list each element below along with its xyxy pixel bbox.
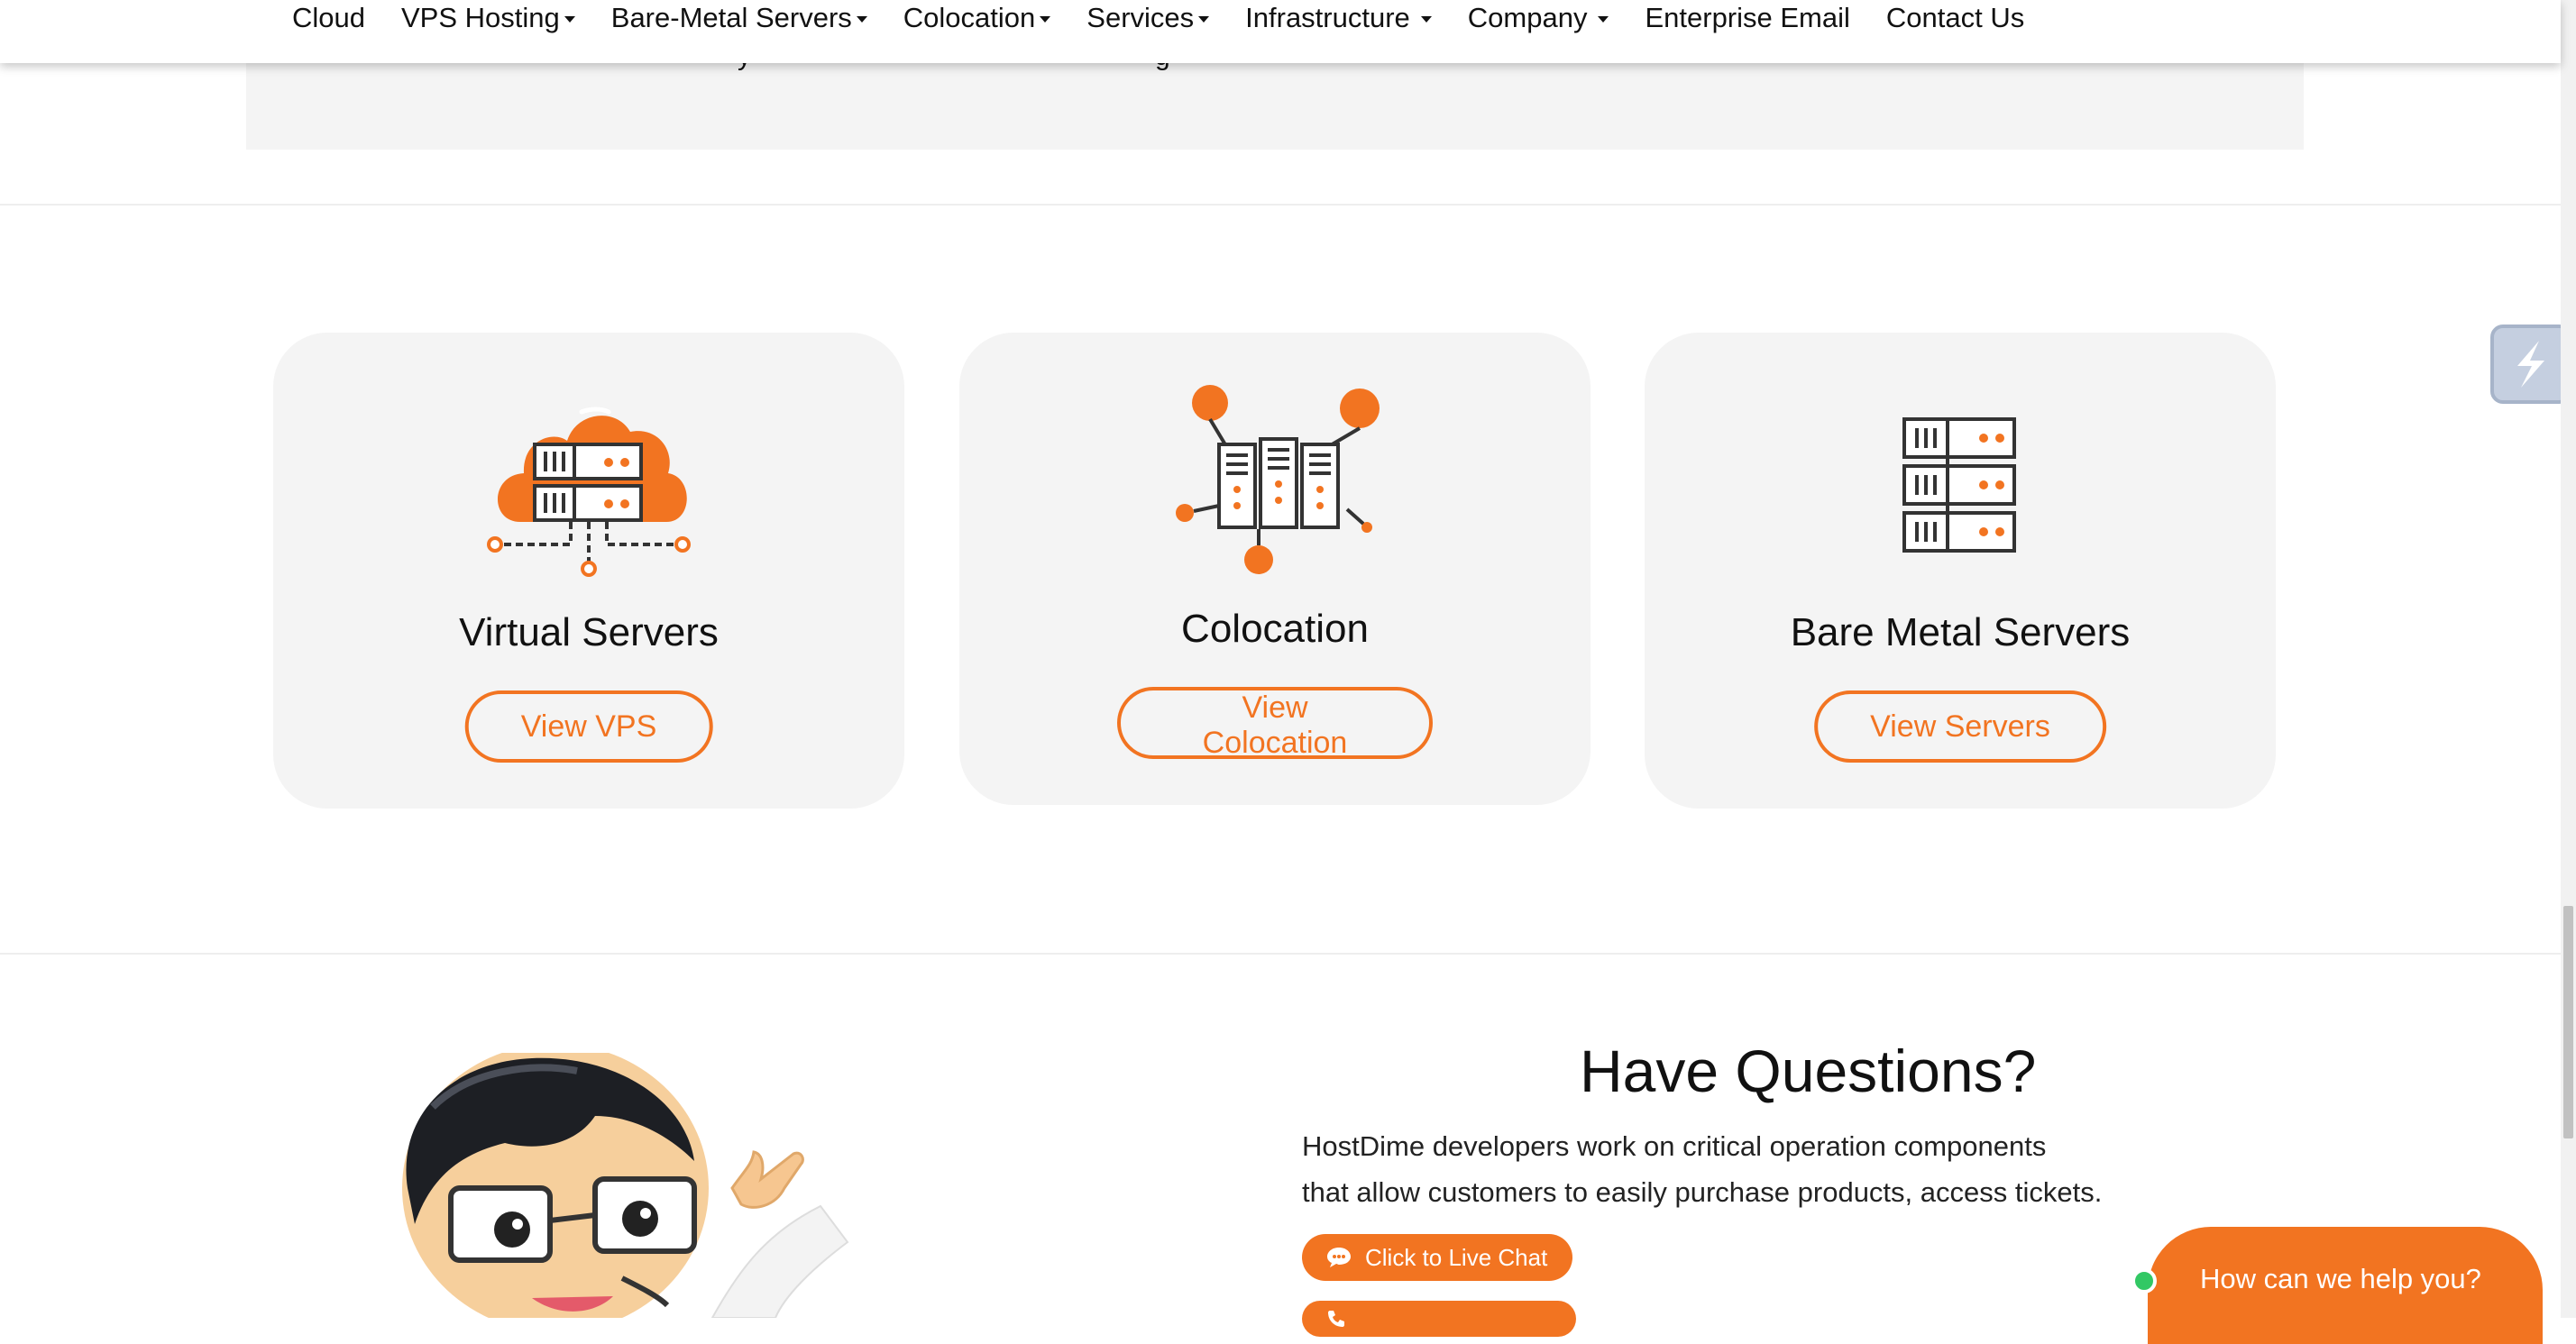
online-status-indicator xyxy=(2131,1268,2157,1294)
view-servers-button[interactable]: View Servers xyxy=(1814,690,2106,763)
nav-item-company[interactable]: Company xyxy=(1468,2,1609,34)
server-stack-icon xyxy=(1902,417,2016,553)
section-description: HostDime developers work on critical ope… xyxy=(1302,1123,2186,1215)
card-title: Colocation xyxy=(1181,607,1369,651)
nav-label: Company xyxy=(1467,2,1588,33)
nav-label: Enterprise Email xyxy=(1645,2,1850,33)
live-chat-button[interactable]: Click to Live Chat xyxy=(1302,1234,1573,1281)
nav-item-cloud[interactable]: Cloud xyxy=(292,2,365,34)
card-virtual-servers: Virtual Servers View VPS xyxy=(273,333,904,809)
lightning-icon xyxy=(2517,341,2544,388)
caret-down-icon xyxy=(1198,16,1210,23)
nav-item-infrastructure[interactable]: Infrastructure xyxy=(1245,2,1432,34)
nav-item-vps-hosting[interactable]: VPS Hosting xyxy=(401,2,575,34)
caret-down-icon xyxy=(1040,16,1051,23)
mascot-illustration xyxy=(402,1053,849,1318)
nav-item-colocation[interactable]: Colocation xyxy=(903,2,1051,34)
nav-label: VPS Hosting xyxy=(401,2,560,33)
section-divider xyxy=(0,204,2561,206)
card-colocation: Colocation View Colocation xyxy=(959,333,1591,805)
phone-icon xyxy=(1325,1308,1347,1330)
nav-label: Infrastructure xyxy=(1245,2,1410,33)
nav-label: Bare-Metal Servers xyxy=(610,2,852,33)
nav-label: Services xyxy=(1086,2,1195,33)
nav-label: Cloud xyxy=(292,2,365,33)
section-divider xyxy=(0,953,2561,955)
card-title: Virtual Servers xyxy=(459,610,719,654)
caret-down-icon xyxy=(1420,16,1432,23)
nav-item-bare-metal-servers[interactable]: Bare-Metal Servers xyxy=(611,2,867,34)
scrollbar-thumb[interactable] xyxy=(2563,906,2573,1138)
chat-bubble-icon xyxy=(1325,1246,1352,1269)
top-navigation: Cloud VPS Hosting Bare-Metal Servers Col… xyxy=(0,0,2561,63)
nav-item-enterprise-email[interactable]: Enterprise Email xyxy=(1645,2,1849,34)
cloud-server-icon xyxy=(487,407,691,577)
card-bare-metal-servers: Bare Metal Servers View Servers xyxy=(1645,333,2276,809)
phone-button[interactable] xyxy=(1302,1301,1576,1337)
nav-label: Contact Us xyxy=(1885,2,2025,33)
caret-down-icon xyxy=(1598,16,1609,23)
chat-widget[interactable]: How can we help you? xyxy=(2131,1227,2543,1344)
nav-label: Colocation xyxy=(903,2,1036,33)
view-vps-button[interactable]: View VPS xyxy=(464,690,713,763)
description-line: that allow customers to easily purchase … xyxy=(1302,1176,2103,1208)
live-chat-label: Click to Live Chat xyxy=(1365,1243,1548,1271)
view-colocation-button[interactable]: View Colocation xyxy=(1117,687,1433,760)
side-tool-widget[interactable] xyxy=(2490,325,2571,404)
nav-item-contact-us[interactable]: Contact Us xyxy=(1886,2,2024,34)
caret-down-icon xyxy=(564,16,575,23)
card-title: Bare Metal Servers xyxy=(1790,610,2131,654)
colocation-racks-icon xyxy=(1176,385,1380,574)
description-line: HostDime developers work on critical ope… xyxy=(1302,1130,2047,1162)
chat-widget-label: How can we help you? xyxy=(2200,1263,2481,1294)
caret-down-icon xyxy=(856,16,867,23)
section-title: Have Questions? xyxy=(1580,1038,2037,1104)
nav-item-services[interactable]: Services xyxy=(1086,2,1210,34)
nav-menu: Cloud VPS Hosting Bare-Metal Servers Col… xyxy=(292,0,2024,36)
